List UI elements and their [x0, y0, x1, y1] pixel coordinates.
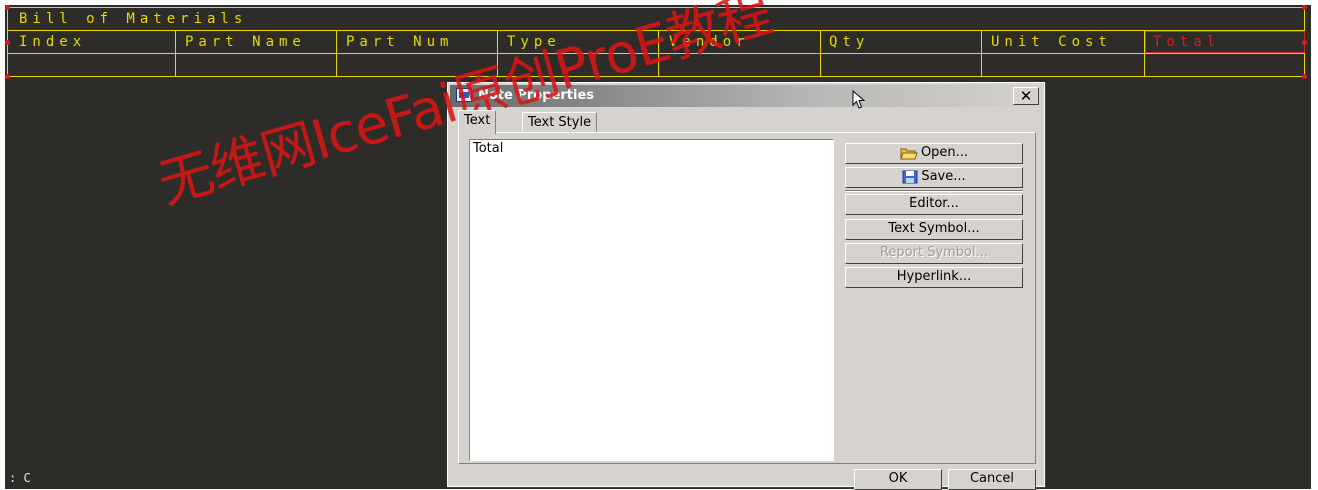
- selection-handle[interactable]: [5, 5, 10, 10]
- tab-panel: Total Open... Save... Editor... Text Sym…: [458, 132, 1036, 464]
- note-window-icon: [456, 88, 472, 102]
- save-button-label: Save...: [921, 169, 966, 184]
- folder-open-icon: [900, 148, 918, 159]
- hyperlink-button[interactable]: Hyperlink...: [845, 267, 1023, 288]
- bom-line: [7, 76, 1305, 77]
- close-button[interactable]: ✕: [1013, 87, 1039, 105]
- save-button[interactable]: Save...: [845, 167, 1023, 188]
- floppy-save-icon: [902, 170, 918, 183]
- bom-header-part-num[interactable]: Part Num: [346, 33, 453, 51]
- tab-text[interactable]: Text: [458, 110, 497, 134]
- bom-title[interactable]: Bill of Materials: [19, 10, 247, 28]
- tab-text-style[interactable]: Text Style: [522, 112, 598, 132]
- bom-line: [497, 30, 498, 77]
- command-prompt: : C: [9, 471, 31, 485]
- bom-line: [820, 30, 821, 77]
- text-symbol-button[interactable]: Text Symbol...: [845, 219, 1023, 240]
- bom-line: [336, 30, 337, 77]
- note-properties-dialog: Note Properties ✕ Text Text Style Total …: [447, 82, 1045, 490]
- bom-header-vendor[interactable]: Vendor: [669, 33, 750, 51]
- cancel-button[interactable]: Cancel: [948, 469, 1036, 490]
- bom-line: [981, 30, 982, 77]
- dialog-title: Note Properties: [478, 88, 594, 103]
- arrow-cursor-icon: [852, 90, 866, 109]
- bom-line: [7, 53, 1305, 54]
- selection-handle[interactable]: [5, 40, 10, 45]
- bom-header-index[interactable]: Index: [19, 33, 86, 51]
- bom-header-type[interactable]: Type: [507, 33, 561, 51]
- bom-line: [658, 30, 659, 77]
- bom-header-qty[interactable]: Qty: [829, 33, 869, 51]
- selection-handle[interactable]: [5, 74, 10, 79]
- open-button[interactable]: Open...: [845, 143, 1023, 164]
- note-text-area[interactable]: Total: [469, 139, 834, 461]
- bom-header-total[interactable]: Total: [1153, 33, 1220, 51]
- report-symbol-button: Report Symbol...: [845, 243, 1023, 264]
- selection-handle[interactable]: [1302, 74, 1307, 79]
- bom-line: [7, 30, 1305, 31]
- bom-line: [7, 7, 1305, 8]
- bom-line: [175, 30, 176, 77]
- open-button-label: Open...: [920, 145, 969, 160]
- bom-table[interactable]: Bill of Materials Index Part Name Part N…: [5, 5, 1307, 79]
- ok-button[interactable]: OK: [854, 469, 942, 490]
- bom-header-part-name[interactable]: Part Name: [185, 33, 306, 51]
- editor-button[interactable]: Editor...: [845, 194, 1023, 215]
- selection-handle[interactable]: [1302, 40, 1307, 45]
- selection-handle[interactable]: [1302, 5, 1307, 10]
- dialog-titlebar[interactable]: Note Properties ✕: [450, 85, 1042, 109]
- bom-header-unit-cost[interactable]: Unit Cost: [991, 33, 1112, 51]
- button-separator: [845, 190, 1023, 192]
